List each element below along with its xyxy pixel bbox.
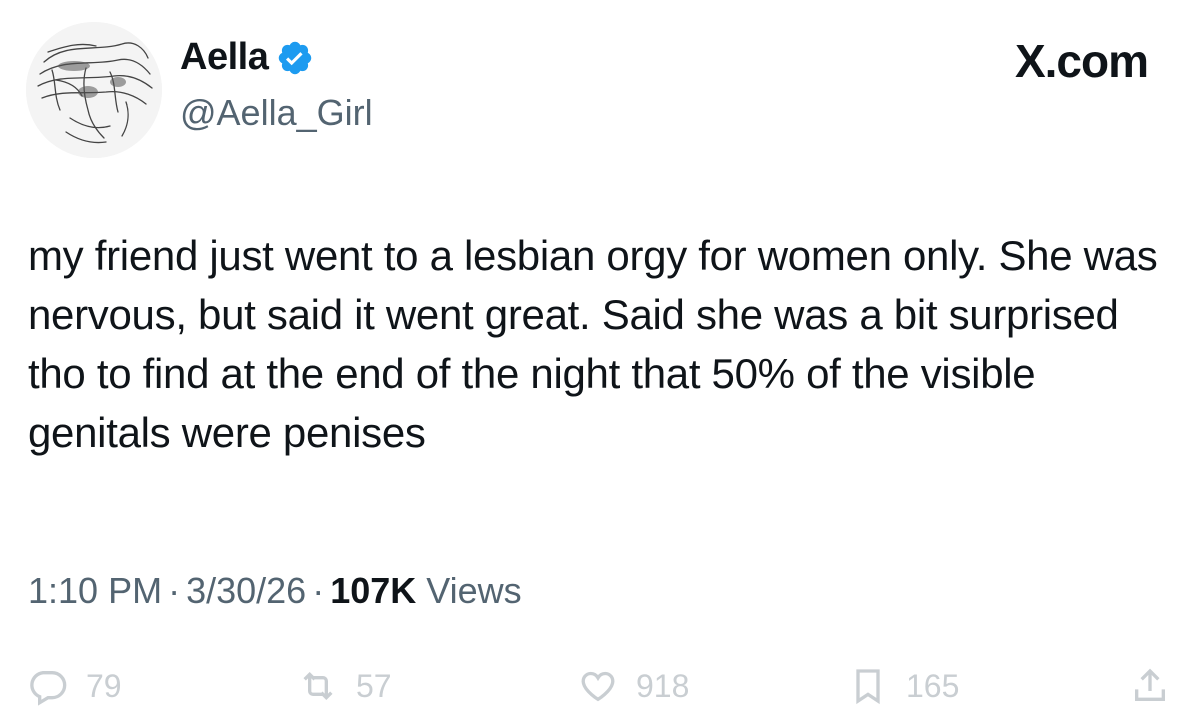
author-handle[interactable]: @Aella_Girl — [180, 92, 373, 134]
repost-icon — [303, 671, 333, 701]
reply-count: 79 — [86, 667, 122, 704]
share-icon — [1135, 668, 1165, 701]
x-com-logo-text: X.com — [1014, 35, 1149, 87]
tweet-time[interactable]: 1:10 PM — [28, 570, 162, 611]
avatar[interactable] — [26, 22, 162, 158]
views-label: Views — [426, 570, 522, 611]
reply-icon — [30, 671, 67, 706]
like-count: 918 — [636, 667, 690, 704]
bookmark-icon — [856, 669, 880, 705]
repost-button[interactable]: 57 — [298, 666, 392, 706]
avatar-sketch-image — [26, 22, 162, 158]
tweet-meta: 1:10 PM · 3/30/26 · 107K Views — [28, 570, 522, 612]
bookmark-count: 165 — [906, 667, 960, 704]
share-button[interactable] — [1130, 666, 1188, 706]
author-display-name[interactable]: Aella — [180, 36, 269, 79]
tweet-action-bar: 79 57 918 165 — [28, 666, 1200, 726]
tweet-date[interactable]: 3/30/26 — [186, 570, 306, 611]
bookmark-button[interactable]: 165 — [848, 666, 959, 706]
verified-badge-icon[interactable] — [276, 39, 314, 77]
tweet-text: my friend just went to a lesbian orgy fo… — [28, 232, 1158, 456]
meta-separator: · — [312, 570, 325, 611]
views-count: 107K — [330, 570, 417, 611]
like-button[interactable]: 918 — [578, 666, 689, 706]
author-name-row: Aella — [180, 36, 314, 79]
reply-button[interactable]: 79 — [28, 666, 122, 706]
meta-separator: · — [168, 570, 181, 611]
repost-count: 57 — [356, 667, 392, 704]
heart-icon — [581, 671, 615, 702]
